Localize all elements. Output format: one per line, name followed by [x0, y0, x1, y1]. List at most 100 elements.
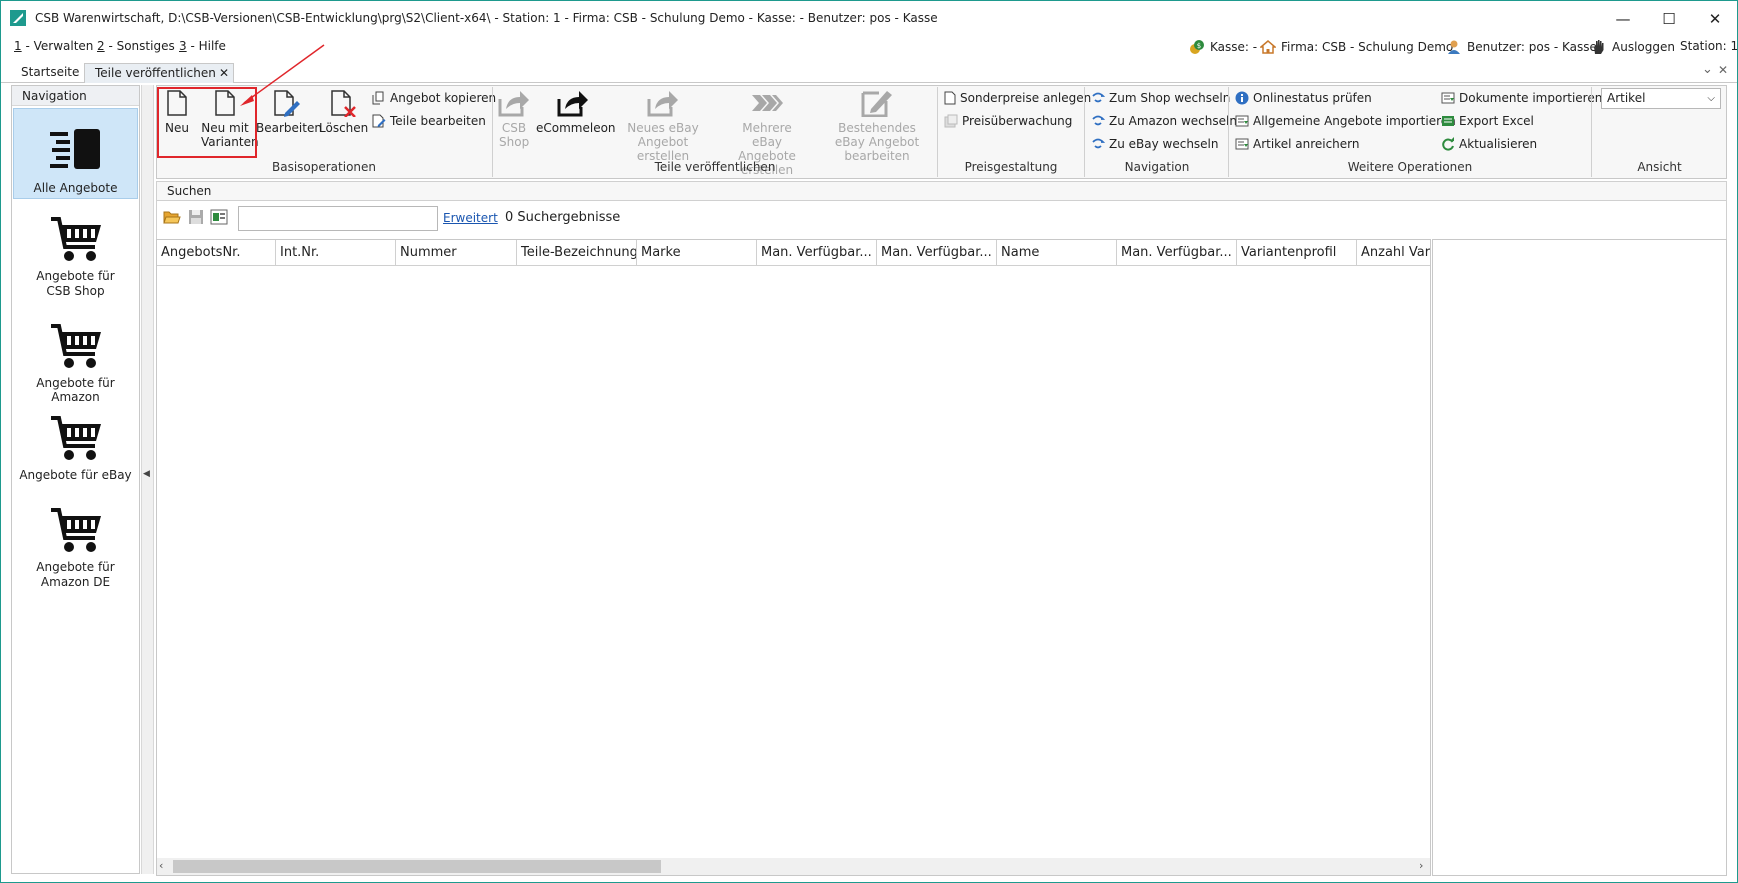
results-grid	[156, 239, 1431, 876]
minimize-button[interactable]: —	[1600, 1, 1646, 37]
preisueberwachung-label: Preisüberwachung	[962, 114, 1073, 128]
panel-splitter[interactable]: ◀	[141, 85, 154, 874]
group-basisoperationen: Basisoperationen	[271, 160, 377, 174]
svg-text:$: $	[1197, 42, 1201, 50]
status-kasse[interactable]: $ Kasse: -	[1189, 39, 1257, 55]
home-icon	[1260, 40, 1276, 54]
ansicht-select[interactable]: Artikel ⌵	[1601, 88, 1721, 109]
aktualisieren-button[interactable]: Aktualisieren	[1441, 137, 1537, 151]
navigation-header: Navigation	[12, 86, 139, 106]
share-icon	[498, 91, 529, 117]
teile-bearbeiten-button[interactable]: Teile bearbeiten	[372, 114, 486, 128]
filter-button[interactable]	[210, 209, 228, 228]
tab-startseite[interactable]: Startseite	[11, 63, 89, 83]
cart-icon	[50, 508, 101, 552]
cart-icon	[50, 324, 101, 368]
allgemeine-angebote-button[interactable]: Allgemeine Angebote importieren	[1235, 114, 1456, 128]
angebot-kopieren-label: Angebot kopieren	[390, 91, 497, 105]
nav-item-label: Alle Angebote	[33, 181, 118, 195]
close-icon: ✕	[1708, 10, 1722, 28]
menu-hilfe[interactable]: 3 - Hilfe	[179, 39, 226, 53]
aktualisieren-label: Aktualisieren	[1459, 137, 1538, 151]
status-kasse-label: Kasse: -	[1210, 40, 1258, 54]
scrollbar-thumb[interactable]	[173, 860, 661, 873]
neues-ebay-label: Neues eBay Angebot erstellen	[627, 121, 699, 163]
column-header[interactable]: Man. Verfügbar...	[757, 240, 877, 266]
column-header[interactable]: Man. Verfügbar...	[877, 240, 997, 266]
close-button[interactable]: ✕	[1692, 1, 1738, 37]
menu-label: - Verwalten	[21, 39, 94, 53]
csb-shop-label: CSB Shop	[499, 121, 530, 149]
chevrons-right-icon	[752, 95, 783, 111]
logout-button[interactable]: Ausloggen	[1591, 39, 1675, 55]
ecommeleon-button[interactable]: eCommeleon	[536, 89, 616, 135]
close-all-icon[interactable]: ✕	[1718, 63, 1728, 77]
switch-icon	[1092, 92, 1105, 103]
bestehendes-ebay-button[interactable]: Bestehendes eBay Angebot bearbeiten	[823, 89, 931, 163]
column-header[interactable]: AngebotsNr.	[157, 240, 276, 266]
group-ansicht: Ansicht	[1637, 160, 1682, 174]
column-header[interactable]: Name	[997, 240, 1117, 266]
tab-close-icon[interactable]: ✕	[219, 64, 229, 82]
onlinestatus-button[interactable]: Onlinestatus prüfen	[1235, 91, 1372, 105]
tab-teile-veroeffentlichen[interactable]: Teile veröffentlichen ✕	[84, 63, 234, 83]
minimize-icon: —	[1615, 10, 1631, 28]
erweitert-link[interactable]: Erweitert	[443, 211, 498, 225]
nav-item-ebay[interactable]: Angebote für eBay	[13, 414, 138, 482]
csb-shop-button[interactable]: CSB Shop	[496, 89, 532, 149]
neues-ebay-button[interactable]: Neues eBay Angebot erstellen	[626, 89, 700, 163]
zu-ebay-button[interactable]: Zu eBay wechseln	[1091, 137, 1219, 151]
sonderpreise-button[interactable]: Sonderpreise anlegen	[944, 91, 1091, 105]
share-icon	[557, 91, 588, 117]
list-icon	[49, 129, 100, 169]
nav-item-amazon[interactable]: Angebote für Amazon	[13, 322, 138, 404]
status-benutzer[interactable]: Benutzer: pos - Kasse	[1446, 39, 1597, 55]
column-header[interactable]: Man. Verfügbar...	[1117, 240, 1237, 266]
menu-verwalten[interactable]: 1 - Verwalten	[14, 39, 93, 53]
column-header[interactable]: Marke	[637, 240, 757, 266]
nav-item-amazon-de[interactable]: Angebote für Amazon DE	[13, 506, 138, 590]
maximize-icon: ☐	[1662, 10, 1676, 28]
nav-item-label: Angebote für CSB Shop	[36, 269, 115, 298]
search-input[interactable]	[238, 206, 438, 231]
delete-document-icon	[331, 90, 356, 117]
chevron-down-icon: ⌵	[1707, 93, 1715, 104]
column-header[interactable]: Int.Nr.	[276, 240, 396, 266]
angebot-kopieren-button[interactable]: Angebot kopieren	[372, 91, 496, 105]
zum-shop-button[interactable]: Zum Shop wechseln	[1091, 91, 1230, 105]
nav-item-csb-shop[interactable]: Angebote für CSB Shop	[13, 215, 138, 299]
nav-item-alle-angebote[interactable]: Alle Angebote	[13, 108, 138, 199]
collapse-left-icon[interactable]: ◀	[143, 469, 150, 479]
preisueberwachung-button[interactable]: Preisüberwachung	[944, 114, 1072, 128]
column-header[interactable]: Variantenprofil	[1237, 240, 1357, 266]
nav-item-label: Angebote für Amazon DE	[36, 560, 115, 589]
save-button[interactable]	[188, 209, 204, 228]
switch-icon	[1092, 138, 1105, 149]
bearbeiten-button[interactable]: Bearbeiten	[256, 89, 322, 135]
status-firma[interactable]: Firma: CSB - Schulung Demo	[1260, 39, 1453, 55]
menu-label: - Sonstiges	[104, 39, 175, 53]
column-header[interactable]: Anzahl Vari	[1357, 240, 1430, 266]
nav-item-label: Angebote für Amazon	[36, 376, 115, 404]
status-benutzer-label: Benutzer: pos - Kasse	[1467, 40, 1597, 54]
filter-list-icon	[210, 209, 228, 225]
dokumente-importieren-button[interactable]: Dokumente importieren	[1441, 91, 1602, 105]
menu-sonstiges[interactable]: 2 - Sonstiges	[97, 39, 175, 53]
artikel-anreichern-button[interactable]: Artikel anreichern	[1235, 137, 1360, 151]
open-folder-button[interactable]	[163, 209, 181, 228]
excel-icon	[1442, 116, 1454, 126]
scroll-right-icon[interactable]: ›	[1419, 859, 1423, 872]
column-header[interactable]: Teile-Bezeichnung	[517, 240, 637, 266]
sonderpreise-label: Sonderpreise anlegen	[960, 91, 1092, 105]
zu-amazon-button[interactable]: Zu Amazon wechseln	[1091, 114, 1237, 128]
menu-key: 3	[179, 39, 187, 53]
zu-ebay-label: Zu eBay wechseln	[1109, 137, 1219, 151]
maximize-button[interactable]: ☐	[1646, 1, 1692, 37]
loeschen-button[interactable]: Löschen	[319, 89, 368, 135]
chevron-down-icon[interactable]: ⌄	[1702, 62, 1713, 77]
export-excel-button[interactable]: Export Excel	[1441, 114, 1534, 128]
scroll-left-icon[interactable]: ‹	[159, 859, 163, 872]
column-header[interactable]: Nummer	[396, 240, 517, 266]
tab-label: Startseite	[21, 65, 80, 79]
bestehendes-ebay-label: Bestehendes eBay Angebot bearbeiten	[834, 121, 920, 163]
